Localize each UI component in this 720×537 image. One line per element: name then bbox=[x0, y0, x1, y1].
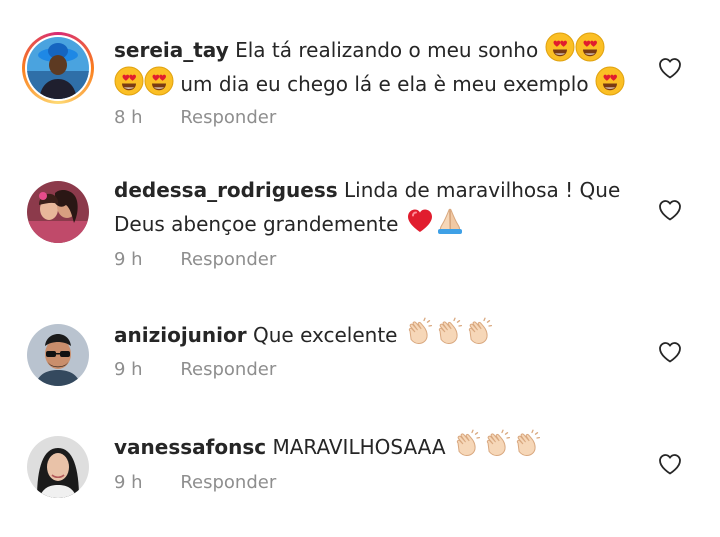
comment-timestamp: 9 h bbox=[114, 359, 143, 380]
heart-eyes-icon bbox=[144, 66, 174, 96]
comment-text: aniziojunior Que excelente bbox=[114, 317, 634, 351]
heart-eyes-icon bbox=[595, 66, 625, 96]
clapping-hands-icon bbox=[482, 429, 512, 459]
comment-body: Ela tá realizando o meu sonho bbox=[228, 38, 545, 62]
comment-text: sereia_tay Ela tá realizando o meu sonho… bbox=[114, 32, 634, 100]
comment-meta: 9 h Responder bbox=[114, 249, 276, 270]
reply-button[interactable]: Responder bbox=[180, 107, 276, 128]
praying-hands-icon bbox=[435, 206, 465, 236]
comment-body-continued: Deus abençoe grandemente bbox=[114, 212, 405, 236]
comment-text: vanessafonsc MARAVILHOSAAA bbox=[114, 429, 634, 463]
red-heart-icon bbox=[405, 206, 435, 236]
avatar-wrapper[interactable] bbox=[22, 431, 94, 503]
like-heart-icon[interactable] bbox=[658, 57, 682, 79]
comment-meta: 9 h Responder bbox=[114, 472, 276, 493]
reply-button[interactable]: Responder bbox=[180, 472, 276, 493]
avatar-wrapper[interactable] bbox=[22, 319, 94, 391]
comment-username[interactable]: sereia_tay bbox=[114, 38, 229, 62]
comment-timestamp: 9 h bbox=[114, 472, 143, 493]
story-avatar[interactable] bbox=[22, 32, 94, 104]
comment-meta: 9 h Responder bbox=[114, 359, 276, 380]
clapping-hands-icon bbox=[512, 429, 542, 459]
clapping-hands-icon bbox=[434, 317, 464, 347]
like-heart-icon[interactable] bbox=[658, 341, 682, 363]
clapping-hands-icon bbox=[452, 429, 482, 459]
avatar bbox=[27, 181, 89, 243]
comment-username[interactable]: aniziojunior bbox=[114, 323, 247, 347]
comment-body: Linda de maravilhosa ! Que bbox=[337, 178, 621, 202]
comment-username[interactable]: dedessa_rodriguess bbox=[114, 178, 338, 202]
comment-body: MARAVILHOSAAA bbox=[266, 435, 452, 459]
comment-body-continued: um dia eu chego lá e ela è meu exemplo bbox=[174, 72, 595, 96]
heart-eyes-icon bbox=[545, 32, 575, 62]
clapping-hands-icon bbox=[404, 317, 434, 347]
comment-username[interactable]: vanessafonsc bbox=[114, 435, 266, 459]
comment-meta: 8 h Responder bbox=[114, 107, 276, 128]
comment-timestamp: 8 h bbox=[114, 107, 143, 128]
clapping-hands-icon bbox=[464, 317, 494, 347]
avatar-wrapper[interactable] bbox=[22, 176, 94, 248]
comment-body: Que excelente bbox=[246, 323, 404, 347]
avatar bbox=[27, 436, 89, 498]
heart-eyes-icon bbox=[575, 32, 605, 62]
avatar bbox=[27, 37, 89, 99]
reply-button[interactable]: Responder bbox=[180, 249, 276, 270]
like-heart-icon[interactable] bbox=[658, 199, 682, 221]
avatar bbox=[27, 324, 89, 386]
like-heart-icon[interactable] bbox=[658, 453, 682, 475]
heart-eyes-icon bbox=[114, 66, 144, 96]
comment-timestamp: 9 h bbox=[114, 249, 143, 270]
comment-text: dedessa_rodriguess Linda de maravilhosa … bbox=[114, 174, 634, 240]
reply-button[interactable]: Responder bbox=[180, 359, 276, 380]
